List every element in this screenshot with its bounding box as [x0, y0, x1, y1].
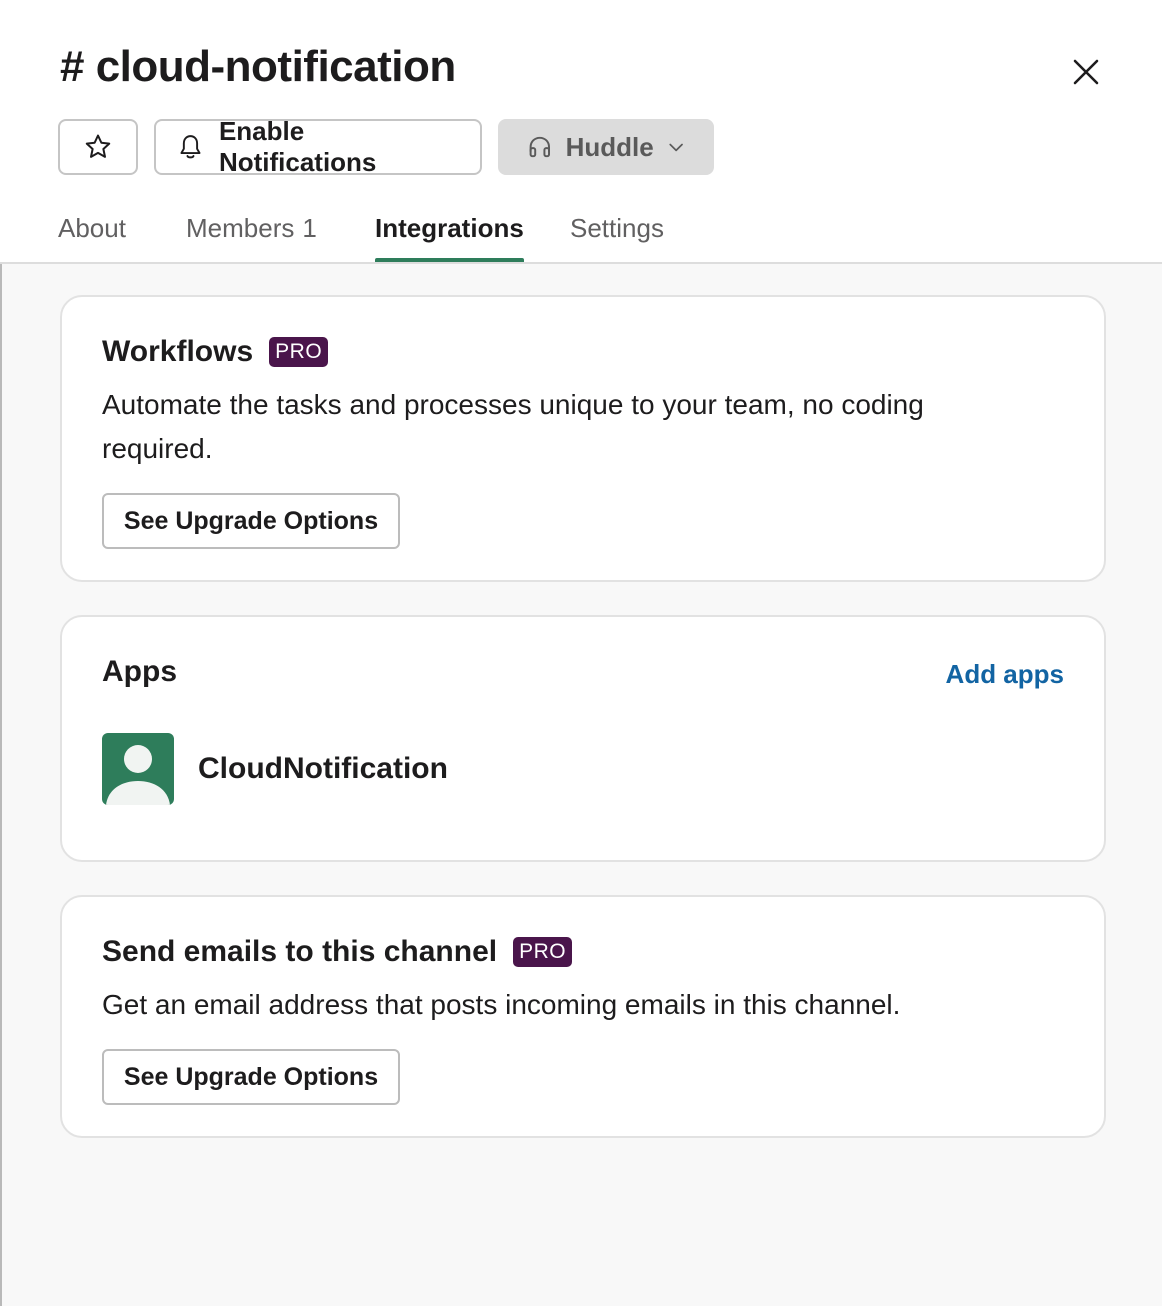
- emails-upgrade-button[interactable]: See Upgrade Options: [102, 1049, 400, 1105]
- workflows-card: Workflows PRO Automate the tasks and pro…: [60, 295, 1106, 582]
- apps-card: Apps Add apps CloudNotification: [60, 615, 1106, 862]
- workflows-title: Workflows PRO: [102, 335, 329, 369]
- user-avatar-icon: [102, 733, 174, 805]
- app-list-item[interactable]: CloudNotification: [102, 733, 448, 805]
- emails-title: Send emails to this channel PRO: [102, 935, 573, 969]
- emails-title-text: Send emails to this channel: [102, 935, 498, 968]
- enable-notifications-button[interactable]: Enable Notifications: [154, 116, 482, 177]
- tab-members-label: Members: [186, 213, 295, 243]
- tab-settings[interactable]: Settings: [570, 206, 664, 262]
- apps-title: Apps: [102, 655, 177, 688]
- emails-description: Get an email address that posts incoming…: [102, 989, 901, 1020]
- pro-badge: PRO: [513, 937, 573, 967]
- integrations-panel: Workflows PRO Automate the tasks and pro…: [2, 264, 1162, 1306]
- channel-details-header: # cloud-notification Enable Notification…: [0, 0, 1162, 262]
- tab-integrations-label: Integrations: [375, 213, 524, 243]
- tab-settings-label: Settings: [570, 213, 664, 243]
- tab-about[interactable]: About: [58, 206, 126, 262]
- star-icon: [85, 134, 111, 158]
- huddle-button[interactable]: Huddle: [498, 119, 714, 175]
- workflows-description: Automate the tasks and processes unique …: [102, 389, 924, 464]
- app-name: CloudNotification: [198, 752, 448, 785]
- channel-title: # cloud-notification: [60, 42, 456, 91]
- workflows-upgrade-button[interactable]: See Upgrade Options: [102, 493, 400, 549]
- tab-members[interactable]: Members 1: [186, 206, 317, 262]
- star-channel-button[interactable]: [58, 119, 138, 175]
- tab-about-label: About: [58, 213, 126, 243]
- close-icon: [1073, 59, 1099, 85]
- close-button[interactable]: [1066, 52, 1106, 92]
- tab-integrations[interactable]: Integrations: [375, 206, 524, 262]
- add-apps-link[interactable]: Add apps: [946, 659, 1064, 690]
- headphones-icon: [529, 136, 550, 158]
- huddle-label: Huddle: [565, 131, 654, 162]
- bell-icon: [180, 135, 201, 159]
- enable-notifications-label: Enable Notifications: [218, 116, 377, 177]
- chevron-down-icon: [669, 143, 683, 152]
- members-count: 1: [302, 213, 317, 243]
- emails-card: Send emails to this channel PRO Get an e…: [60, 895, 1106, 1138]
- app-avatar: [102, 733, 174, 805]
- workflows-title-text: Workflows: [102, 335, 254, 368]
- pro-badge: PRO: [269, 337, 329, 367]
